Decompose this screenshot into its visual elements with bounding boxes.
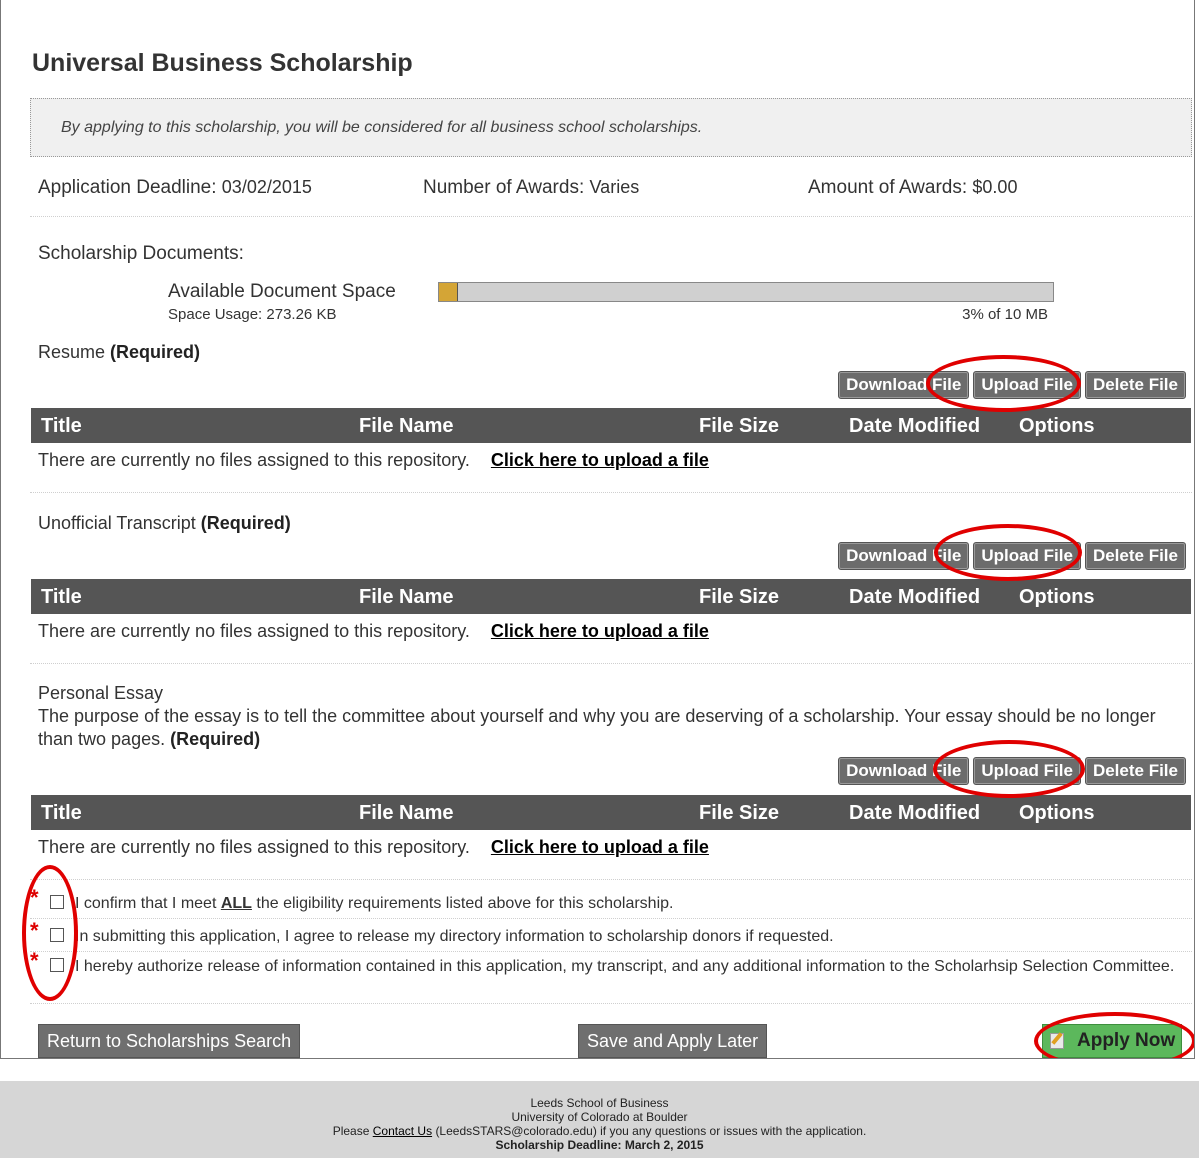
upload-file-button[interactable]: Upload File: [973, 757, 1081, 785]
divider: [30, 1003, 1192, 1004]
column-file-name: File Name: [359, 415, 454, 437]
scholarship-panel: Universal Business Scholarship By applyi…: [0, 0, 1195, 1059]
return-to-search-button[interactable]: Return to Scholarships Search: [38, 1024, 301, 1058]
space-progress-fill: [439, 283, 459, 301]
deadline-info: Application Deadline: 03/02/2015: [38, 177, 312, 199]
download-file-button[interactable]: Download File: [838, 542, 970, 570]
essay-file-buttons: Download File Upload File Delete File: [838, 757, 1186, 785]
essay-table-header: Title File Name File Size Date Modified …: [31, 795, 1191, 830]
footer-deadline: Scholarship Deadline: March 2, 2015: [495, 1138, 704, 1152]
required-asterisk: *: [30, 948, 39, 973]
resume-file-buttons: Download File Upload File Delete File: [838, 371, 1186, 399]
authorization-checkbox[interactable]: [50, 958, 64, 972]
transcript-file-buttons: Download File Upload File Delete File: [838, 542, 1186, 570]
delete-file-button[interactable]: Delete File: [1084, 371, 1186, 399]
essay-label: Personal Essay The purpose of the essay …: [38, 682, 1178, 751]
column-date-modified: Date Modified: [849, 415, 981, 437]
upload-file-button[interactable]: Upload File: [973, 542, 1081, 570]
column-date-modified: Date Modified: [849, 586, 981, 608]
awards-info: Number of Awards: Varies: [423, 177, 639, 199]
deadline-label: Application Deadline:: [38, 177, 217, 198]
column-options: Options: [1019, 415, 1095, 437]
intro-box: By applying to this scholarship, you wil…: [30, 98, 1192, 157]
column-title: Title: [41, 415, 82, 437]
footer-university: University of Colorado at Boulder: [511, 1110, 688, 1124]
agreement-text: I hereby authorize release of informatio…: [75, 958, 1175, 975]
amount-value: $0.00: [972, 177, 1018, 197]
eligibility-checkbox[interactable]: [50, 895, 64, 909]
divider: [30, 879, 1192, 880]
empty-message: There are currently no files assigned to…: [38, 450, 470, 470]
section-name: Personal Essay: [38, 683, 164, 703]
upload-file-button[interactable]: Upload File: [973, 371, 1081, 399]
column-date-modified: Date Modified: [849, 802, 981, 824]
required-asterisk: *: [30, 918, 39, 943]
column-options: Options: [1019, 586, 1095, 608]
agreement-text: I confirm that I meet ALL the eligibilit…: [75, 895, 674, 912]
documents-heading: Scholarship Documents:: [38, 243, 244, 264]
section-name: Resume: [38, 342, 106, 362]
directory-release-checkbox[interactable]: [50, 928, 64, 942]
page-title: Universal Business Scholarship: [32, 49, 413, 77]
required-tag: (Required): [170, 729, 261, 749]
awards-value: Varies: [589, 177, 640, 197]
upload-link[interactable]: Click here to upload a file: [491, 837, 709, 857]
resume-label: Resume (Required): [38, 341, 200, 364]
apply-now-button[interactable]: Apply Now: [1042, 1024, 1182, 1058]
agreement-text: In submitting this application, I agree …: [75, 928, 834, 945]
empty-message: There are currently no files assigned to…: [38, 837, 470, 857]
intro-text: By applying to this scholarship, you wil…: [61, 119, 703, 136]
download-file-button[interactable]: Download File: [838, 371, 970, 399]
column-file-name: File Name: [359, 586, 454, 608]
space-progress-bar: [438, 282, 1054, 302]
transcript-table-header: Title File Name File Size Date Modified …: [31, 579, 1191, 614]
site-footer: Leeds School of Business University of C…: [0, 1081, 1199, 1158]
download-file-button[interactable]: Download File: [838, 757, 970, 785]
column-file-size: File Size: [699, 415, 780, 437]
save-apply-later-button[interactable]: Save and Apply Later: [578, 1024, 768, 1058]
awards-label: Number of Awards:: [423, 177, 585, 198]
column-file-size: File Size: [699, 802, 780, 824]
column-title: Title: [41, 586, 82, 608]
amount-label: Amount of Awards:: [808, 177, 968, 198]
resume-empty-row: There are currently no files assigned to…: [38, 450, 709, 471]
column-file-size: File Size: [699, 586, 780, 608]
divider: [30, 492, 1192, 493]
resume-table-header: Title File Name File Size Date Modified …: [31, 408, 1191, 443]
required-tag: (Required): [110, 342, 201, 362]
space-percent: 3% of 10 MB: [962, 306, 1048, 323]
required-asterisk: *: [30, 885, 39, 910]
column-title: Title: [41, 802, 82, 824]
delete-file-button[interactable]: Delete File: [1084, 542, 1186, 570]
footer-school: Leeds School of Business: [530, 1096, 669, 1110]
upload-link[interactable]: Click here to upload a file: [491, 621, 709, 641]
space-usage: Space Usage: 273.26 KB: [168, 306, 337, 323]
column-options: Options: [1019, 802, 1095, 824]
section-name: Unofficial Transcript: [38, 513, 196, 533]
upload-link[interactable]: Click here to upload a file: [491, 450, 709, 470]
footer-contact-line: Please Contact Us (LeedsSTARS@colorado.e…: [332, 1124, 867, 1138]
edit-document-icon: [1050, 1033, 1064, 1049]
column-file-name: File Name: [359, 802, 454, 824]
apply-now-label: Apply Now: [1077, 1030, 1176, 1051]
divider: [30, 918, 1192, 919]
amount-info: Amount of Awards: $0.00: [808, 177, 1017, 199]
required-tag: (Required): [200, 513, 291, 533]
transcript-empty-row: There are currently no files assigned to…: [38, 621, 709, 642]
empty-message: There are currently no files assigned to…: [38, 621, 470, 641]
deadline-value: 03/02/2015: [221, 177, 312, 197]
delete-file-button[interactable]: Delete File: [1084, 757, 1186, 785]
space-label: Available Document Space: [168, 281, 396, 302]
transcript-label: Unofficial Transcript (Required): [38, 512, 291, 535]
contact-us-link[interactable]: Contact Us: [373, 1124, 432, 1138]
divider: [30, 951, 1192, 952]
divider: [30, 216, 1192, 217]
divider: [30, 663, 1192, 664]
essay-empty-row: There are currently no files assigned to…: [38, 837, 709, 858]
